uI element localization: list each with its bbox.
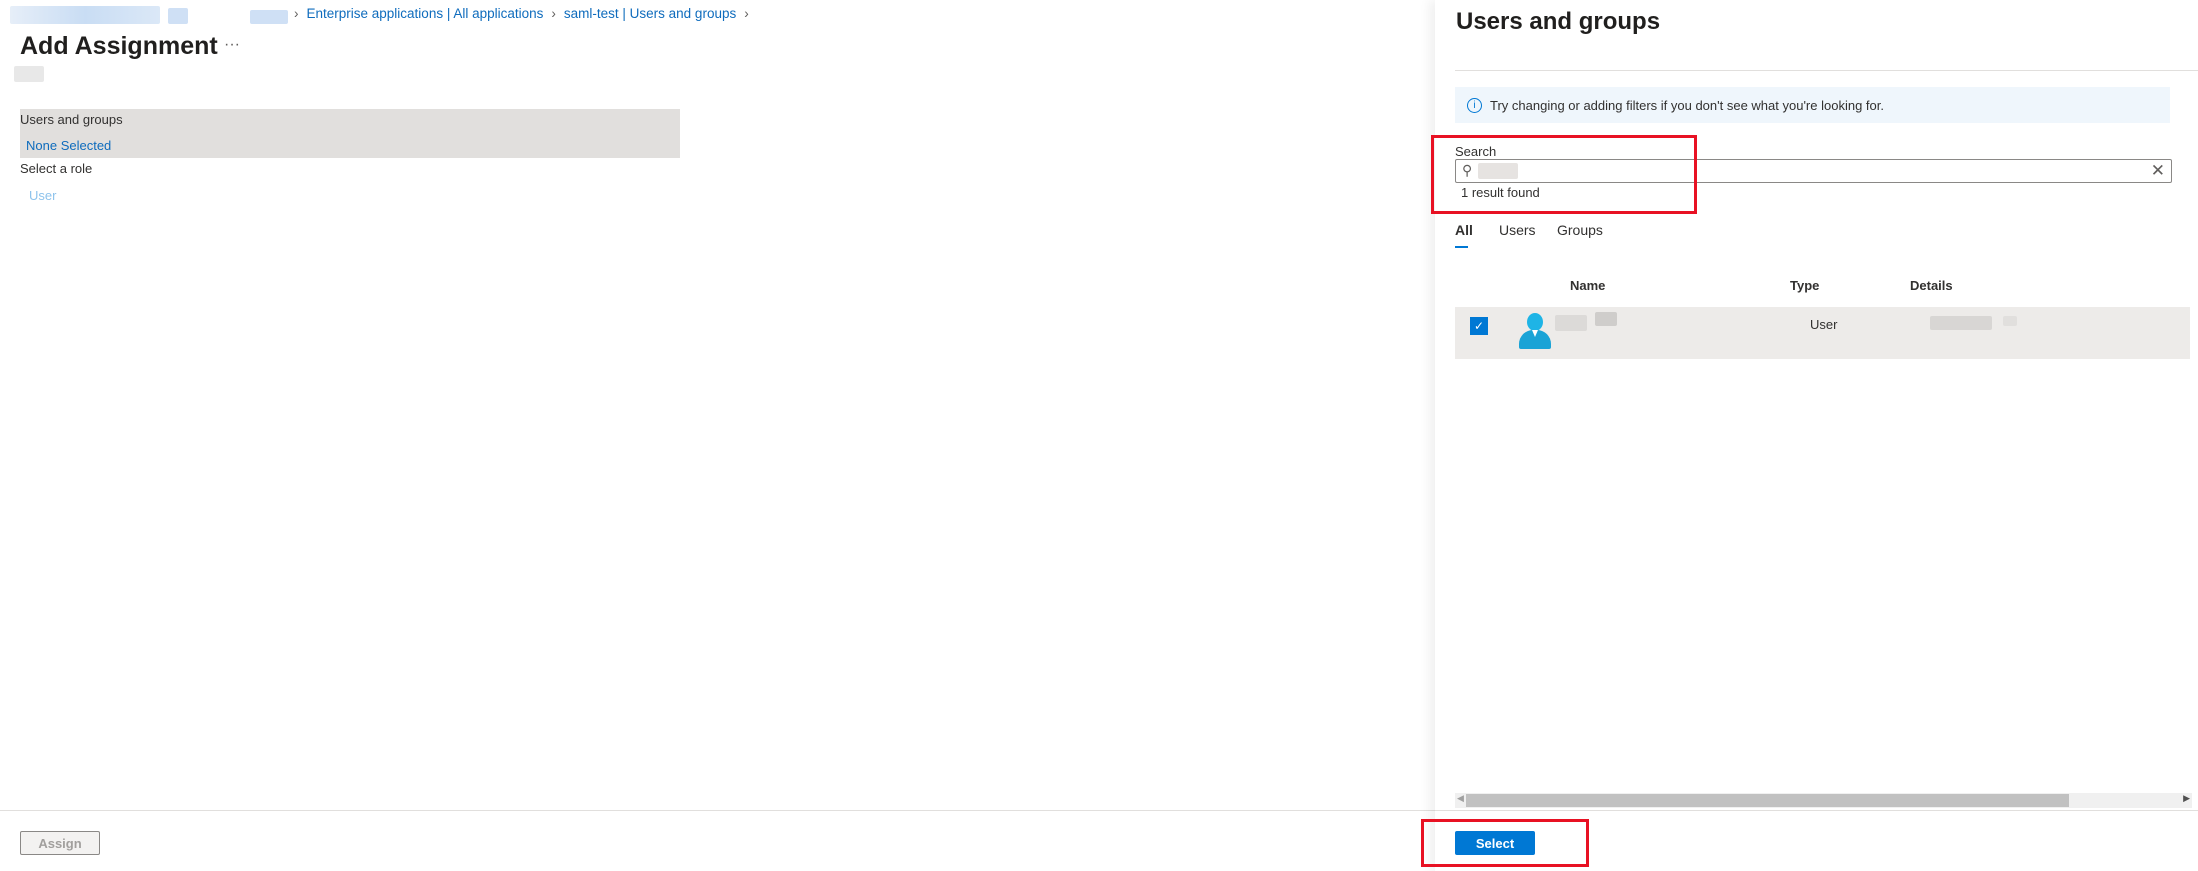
redacted-name [1595,312,1617,326]
row-type: User [1810,317,1838,332]
redacted-breadcrumb [168,8,188,24]
active-tab-indicator [1455,246,1468,248]
info-bar: i Try changing or adding filters if you … [1455,87,2170,123]
tab-all[interactable]: All [1455,222,1473,238]
none-selected-link[interactable]: None Selected [26,138,111,153]
scroll-left-icon[interactable]: ◀ [1457,793,1464,804]
column-header-type[interactable]: Type [1790,278,1819,293]
assign-button[interactable]: Assign [20,831,100,855]
redacted-breadcrumb [250,10,288,24]
tab-groups[interactable]: Groups [1557,222,1603,238]
role-label: Select a role [20,161,93,176]
breadcrumb: › Enterprise applications | All applicat… [294,6,749,21]
redacted-name [1555,315,1587,331]
user-avatar-icon [1518,313,1552,349]
breadcrumb-saml-test[interactable]: saml-test | Users and groups [564,6,736,21]
role-value[interactable]: User [29,188,56,203]
panel-footer-divider [1435,810,2198,811]
users-groups-label: Users and groups [20,112,123,127]
panel-title: Users and groups [1456,8,1661,35]
info-text: Try changing or adding filters if you do… [1490,97,1884,113]
redacted-subtitle [14,66,44,82]
breadcrumb-enterprise-apps[interactable]: Enterprise applications | All applicatio… [307,6,544,21]
page-title: Add Assignment [20,32,218,60]
highlight-select-box [1421,819,1589,867]
column-header-details[interactable]: Details [1910,278,1953,293]
scroll-right-icon[interactable]: ▶ [2183,793,2190,804]
users-groups-panel: Users and groups i Try changing or addin… [1435,0,2198,871]
highlight-search-box [1431,135,1697,214]
scrollbar-thumb[interactable] [1466,794,2069,807]
column-header-name[interactable]: Name [1570,278,1605,293]
footer-divider [0,810,1435,811]
info-icon: i [1467,97,1482,113]
horizontal-scrollbar[interactable]: ◀ ▶ [1455,793,2192,808]
redacted-breadcrumb [10,6,160,24]
tab-users[interactable]: Users [1499,222,1536,238]
chevron-right-icon: › [744,6,749,21]
users-groups-field[interactable]: Users and groups None Selected [20,109,680,158]
redacted-details [2003,316,2017,326]
chevron-right-icon: › [551,6,556,21]
row-checkbox[interactable]: ✓ [1470,317,1488,335]
redacted-details [1930,316,1992,330]
panel-divider [1455,70,2198,71]
clear-search-icon[interactable]: ✕ [2151,161,2165,181]
more-options-button[interactable]: ··· [224,36,240,54]
table-row[interactable]: ✓ User [1455,307,2190,359]
